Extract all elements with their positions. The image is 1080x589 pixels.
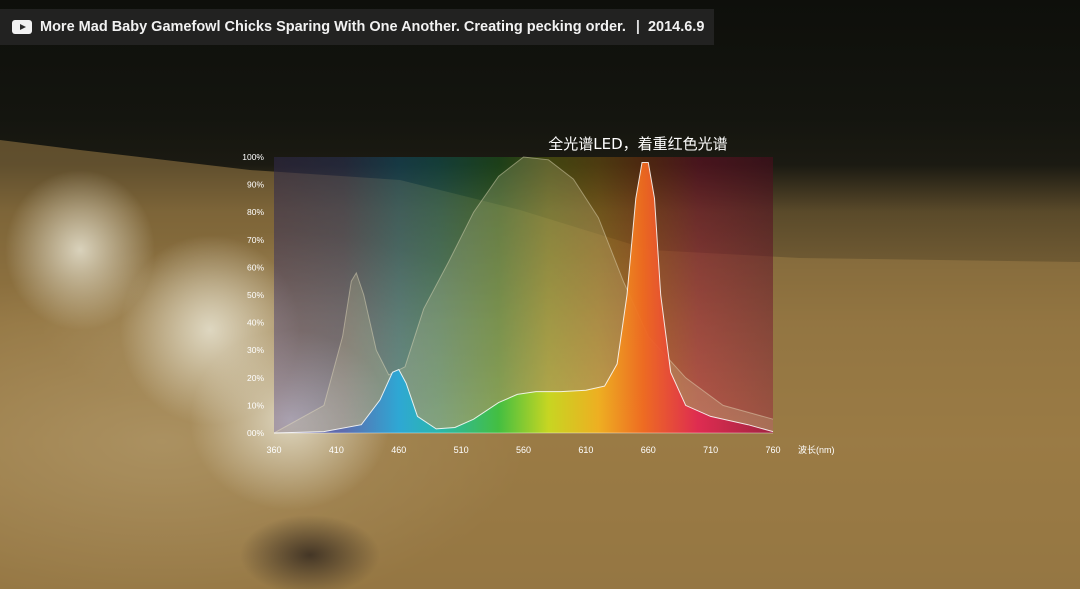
y-tick-label: 00% xyxy=(247,428,264,438)
chart-title: 全光谱LED，着重红色光谱 xyxy=(548,135,727,153)
y-tick-label: 80% xyxy=(247,207,264,217)
y-tick-label: 90% xyxy=(247,180,264,190)
x-tick-label: 410 xyxy=(329,445,344,455)
x-tick-label: 610 xyxy=(578,445,593,455)
spectrum-chart: 00% 10% 20% 30% 40% 50% 60% 70% 80% 90% 100% 360 41… xyxy=(242,135,835,455)
x-tick-label: 660 xyxy=(641,445,656,455)
x-axis-label: 波长(nm) xyxy=(798,444,835,455)
x-tick-label: 460 xyxy=(391,445,406,455)
y-tick-label: 50% xyxy=(247,290,264,300)
x-tick-label: 560 xyxy=(516,445,531,455)
y-tick-label: 40% xyxy=(247,318,264,328)
x-tick-label: 710 xyxy=(703,445,718,455)
y-tick-label: 60% xyxy=(247,262,264,272)
y-tick-label: 30% xyxy=(247,345,264,355)
x-tick-label: 760 xyxy=(765,445,780,455)
y-tick-label: 100% xyxy=(242,152,264,162)
x-tick-label: 360 xyxy=(266,445,281,455)
y-tick-label: 10% xyxy=(247,400,264,410)
x-tick-label: 510 xyxy=(454,445,469,455)
y-tick-label: 20% xyxy=(247,373,264,383)
y-tick-label: 70% xyxy=(247,235,264,245)
